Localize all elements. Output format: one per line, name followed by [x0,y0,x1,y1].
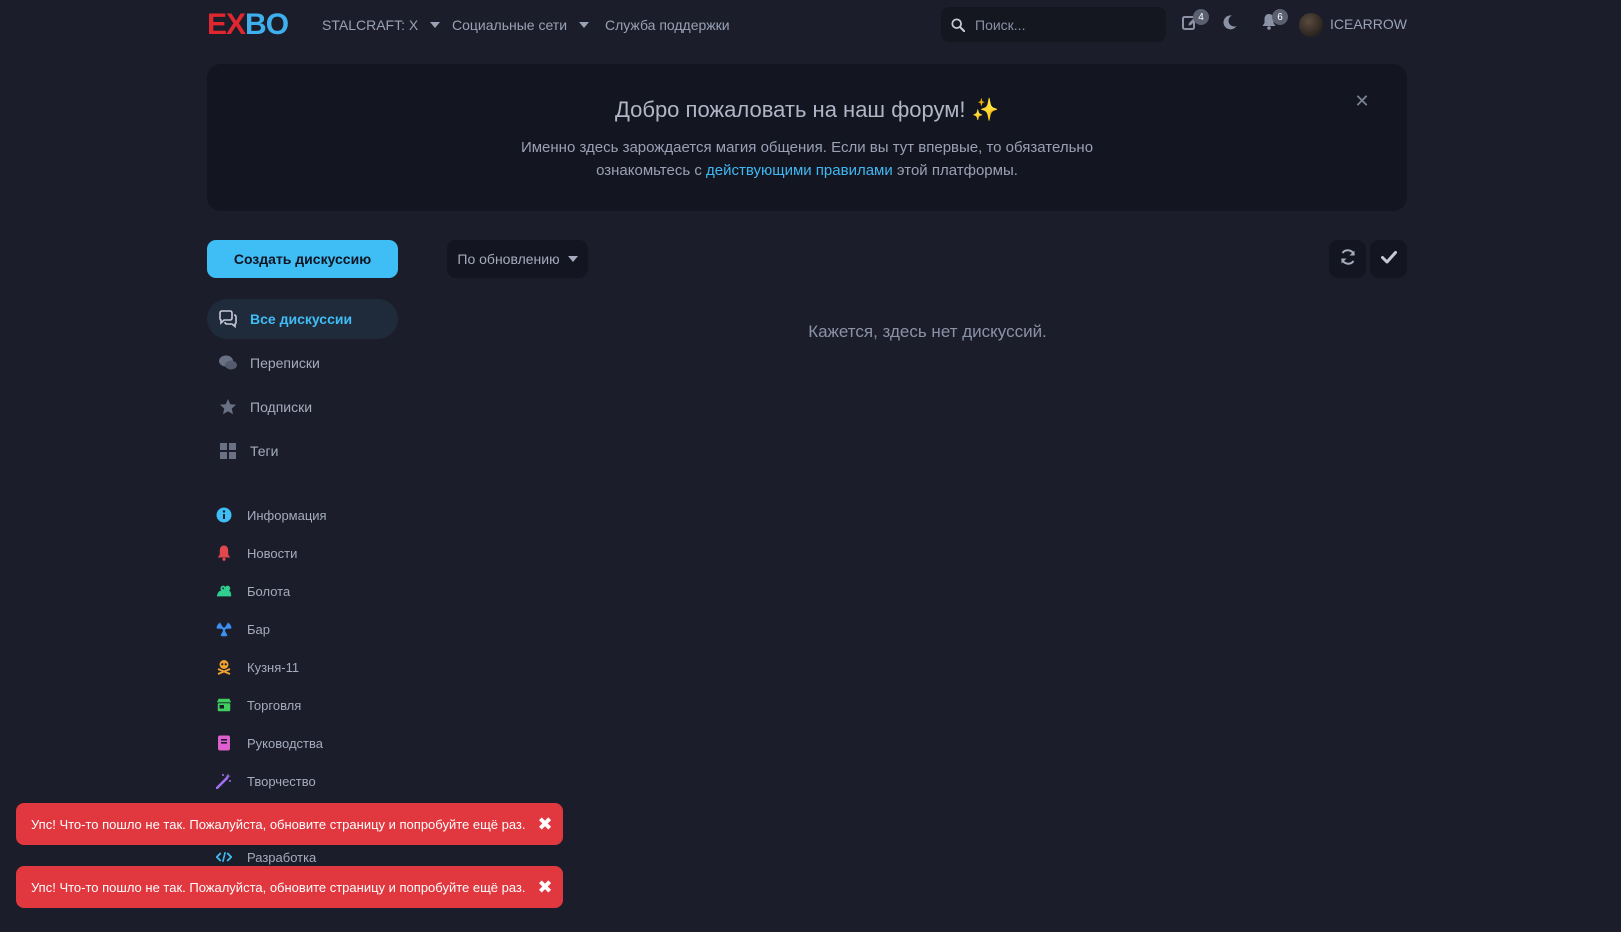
drafts-badge: 4 [1193,9,1209,25]
chevron-down-icon [567,256,578,262]
comments-icon [217,308,239,330]
skull-crossbones-icon [216,659,232,675]
error-toast: Упс! Что-то пошло не так. Пожалуйста, об… [16,866,563,908]
avatar[interactable] [1299,13,1323,37]
nav-stalcraft[interactable]: STALCRAFT: X [322,0,441,50]
welcome-text: Именно здесь зарождается магия общения. … [520,139,1094,179]
create-discussion-button[interactable]: Создать дискуссию [207,240,398,278]
mark-all-read-button[interactable] [1370,240,1407,278]
theme-toggle-button[interactable] [1219,13,1241,35]
chevron-down-icon [430,22,441,28]
error-message: Упс! Что-то пошло не так. Пожалуйста, об… [31,879,526,895]
nav-social[interactable]: Социальные сети [452,0,590,50]
info-icon [216,507,232,523]
welcome-banner: Добро пожаловать на наш форум! ✨ Именно … [207,64,1407,211]
moon-icon [1222,14,1238,35]
notifications-button[interactable]: 6 [1258,9,1288,35]
grid-icon [217,440,239,462]
chevron-down-icon [579,22,590,28]
refresh-icon [1339,248,1357,271]
search-input[interactable] [973,15,1157,34]
tag-news[interactable]: Новости [207,539,398,567]
sidebar-item-all-discussions[interactable]: Все дискуссии [207,299,398,339]
chat-bubbles-icon [217,352,239,374]
exbo-logo[interactable]: EX BO [207,8,299,41]
code-icon [216,849,232,865]
tag-bar[interactable]: Бар [207,615,398,643]
search-box[interactable] [941,7,1166,42]
header: EX BO STALCRAFT: X Социальные сети Служба… [0,0,1621,50]
search-icon [951,17,965,32]
tag-information[interactable]: Информация [207,501,398,529]
book-icon [216,735,232,751]
error-message: Упс! Что-то пошло не так. Пожалуйста, об… [31,816,526,832]
radiation-icon [216,621,232,637]
drafts-button[interactable]: 4 [1179,9,1209,35]
error-toast: Упс! Что-то пошло не так. Пожалуйста, об… [16,803,563,845]
close-icon[interactable]: ✖ [527,814,563,835]
refresh-button[interactable] [1329,240,1366,278]
notifications-badge: 6 [1272,9,1288,25]
star-icon [217,396,239,418]
empty-state-message: Кажется, здесь нет дискуссий. [808,322,1047,341]
tag-forge-11[interactable]: Кузня-11 [207,653,398,681]
frog-icon [216,583,232,599]
close-icon[interactable]: ✕ [1352,91,1372,111]
store-icon [216,697,232,713]
bell-icon [216,545,232,561]
tag-guides[interactable]: Руководства [207,729,398,757]
sidebar-item-subscriptions[interactable]: Подписки [207,387,398,427]
magic-wand-icon [216,773,232,789]
sort-dropdown[interactable]: По обновлению [447,240,588,278]
sidebar-item-private-messages[interactable]: Переписки [207,343,398,383]
check-icon [1380,248,1398,271]
username[interactable]: ICEARROW [1330,16,1407,32]
tag-creativity[interactable]: Творчество [207,767,398,795]
tag-swamps[interactable]: Болота [207,577,398,605]
nav-support[interactable]: Служба поддержки [605,0,730,50]
welcome-title: Добро пожаловать на наш форум! ✨ [614,97,1000,122]
tag-trade[interactable]: Торговля [207,691,398,719]
sidebar-item-tags[interactable]: Теги [207,431,398,471]
rules-link[interactable]: действующими правилами [706,162,893,179]
close-icon[interactable]: ✖ [527,877,563,898]
